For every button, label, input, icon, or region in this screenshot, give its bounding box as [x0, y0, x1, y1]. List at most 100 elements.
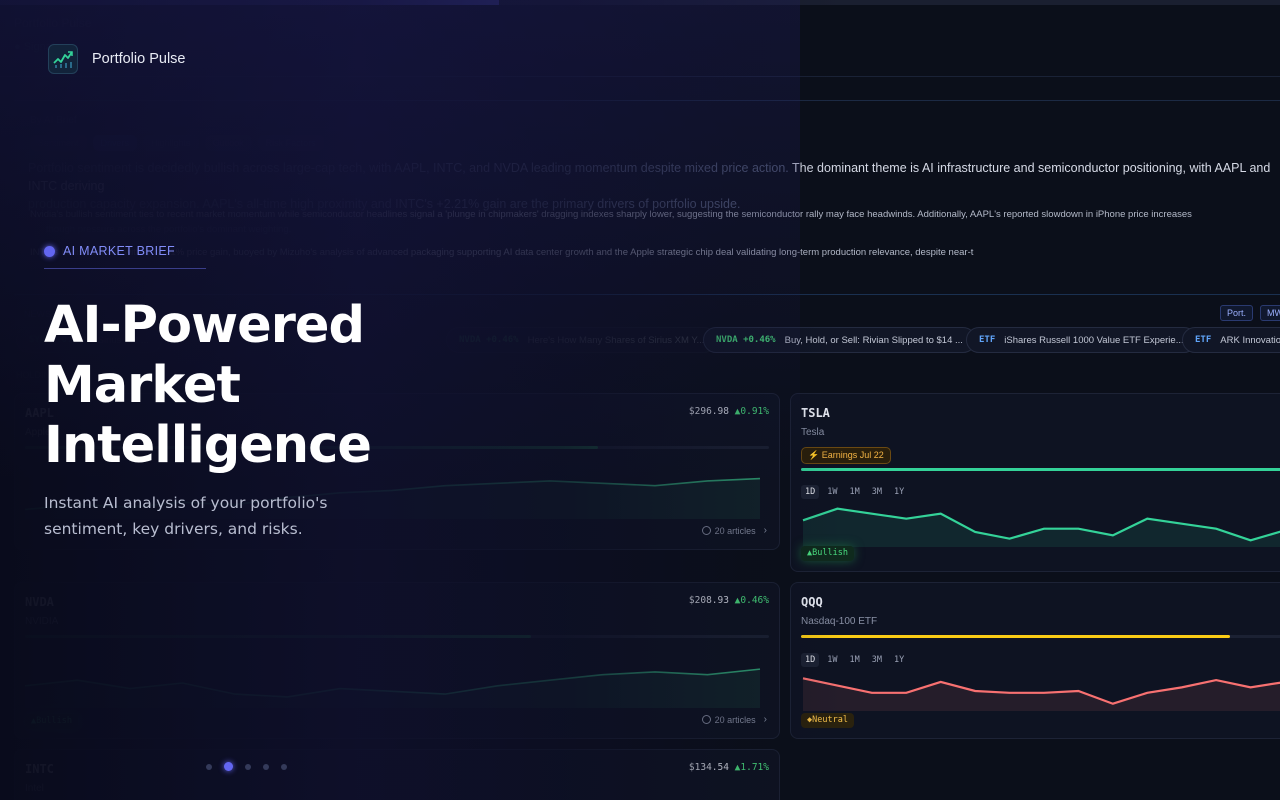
hero-headline: AI-Powered Market Intelligence — [44, 296, 484, 476]
news-chip[interactable]: ETF ARK Innovation E — [1182, 327, 1280, 353]
pager-dot[interactable] — [281, 763, 287, 770]
pager-dot[interactable] — [245, 763, 251, 770]
range-option[interactable]: 1Y — [890, 653, 908, 667]
eyebrow-text: AI MARKET BRIEF — [63, 244, 175, 258]
sentiment-bar-fill — [801, 635, 1231, 638]
sentiment-bar — [801, 635, 1280, 638]
headline-line: Intelligence — [44, 416, 372, 475]
news-chip-headline: Here's How Many Shares of Sirius XM Y... — [527, 334, 705, 346]
news-chip[interactable]: NVDA +0.46% Buy, Hold, or Sell: Rivian Sl… — [703, 327, 976, 353]
range-option[interactable]: 1D — [801, 653, 820, 667]
holding-price-value: $296.98 — [688, 406, 735, 417]
news-chip-ticker: ETF — [979, 335, 996, 345]
range-option[interactable]: 1W — [823, 485, 841, 499]
brief-label: By AI Brief — [30, 115, 77, 126]
brief-tabs: Sentiment Drivers Highlights Outlook Ris… — [30, 135, 324, 151]
holding-price-value: $208.93 — [688, 595, 735, 606]
brief-tab[interactable]: Drivers — [92, 135, 138, 151]
bg-app-title: Portfolio Pulse — [14, 16, 92, 30]
brief-summary: Portfolio sentiment is decidedly bullish… — [28, 159, 1280, 213]
articles-link[interactable]: 20 articles › — [701, 714, 767, 725]
pager-dot[interactable] — [224, 762, 233, 771]
holding-symbol: QQQ — [801, 595, 823, 609]
news-chip-headline: Buy, Hold, or Sell: Rivian Slipped to $1… — [784, 334, 963, 346]
hero-eyebrow: AI MARKET BRIEF — [44, 244, 175, 258]
ai-brief-panel: By AI Brief Sentiment Drivers Highlights… — [14, 100, 1280, 295]
pulse-chart-icon — [48, 44, 78, 74]
price-sparkline — [802, 677, 1280, 711]
pager-dot[interactable] — [263, 763, 269, 770]
range-option[interactable]: 1D — [801, 485, 820, 499]
sentiment-badge: ◆Neutral — [801, 713, 854, 728]
articles-link[interactable]: 20 articles › — [701, 525, 767, 536]
range-selector: 1D 1W 1M 3M 1Y — [801, 485, 908, 499]
brief-tab[interactable]: Highlights — [143, 135, 199, 151]
brief-bullet: Nvidia's bullish sentiment ties to recen… — [30, 209, 1192, 220]
chevron-right-icon: › — [763, 714, 767, 725]
pager-dot[interactable] — [206, 763, 212, 770]
hero-subheading: Instant AI analysis of your portfolio's … — [44, 494, 328, 538]
range-option[interactable]: 3M — [868, 485, 886, 499]
brief-summary-dim: Portfolio sentiment is decidedly bullish… — [28, 161, 789, 175]
carousel-pager — [206, 762, 287, 771]
news-chip-ticker: ETF — [1195, 335, 1212, 345]
range-selector: 1D 1W 1M 3M 1Y — [801, 653, 908, 667]
price-sparkline — [802, 507, 1280, 547]
holding-card-nvda[interactable]: NVDA NVIDIA $208.93 ▲0.46% ▲Bullish 20 artic… — [14, 582, 780, 739]
range-option[interactable]: 1M — [846, 653, 864, 667]
clock-icon — [701, 526, 711, 535]
holding-price-change: ▲0.91% — [734, 406, 769, 417]
articles-count: 20 articles — [714, 525, 756, 536]
brief-tab[interactable]: Risk Factors — [257, 135, 324, 151]
holding-card-tsla[interactable]: TSLA Tesla ⚡ Earnings Jul 22 1D 1W 1M 3M 1Y ▲Bul… — [790, 393, 1280, 572]
news-chip[interactable]: ETF iShares Russell 1000 Value ETF Experi… — [966, 327, 1197, 353]
brief-tab[interactable]: Sentiment — [30, 135, 87, 151]
earnings-badge: ⚡ Earnings Jul 22 — [801, 447, 891, 464]
holding-price: $208.93 ▲0.46% — [689, 595, 769, 606]
range-option[interactable]: 3M — [868, 653, 886, 667]
brief-bullet-cont: though pressure across the portfolio's d… — [46, 224, 292, 235]
eyebrow-dot-icon — [44, 245, 55, 257]
chevron-right-icon: › — [763, 525, 767, 536]
range-option[interactable]: 1Y — [890, 485, 908, 499]
sentiment-bar-fill — [25, 635, 531, 638]
holding-card-qqq[interactable]: QQQ Nasdaq-100 ETF 1D 1W 1M 3M 1Y ◆Neutral — [790, 582, 1280, 739]
header-divider — [0, 76, 1280, 77]
loading-progress-fill — [0, 0, 500, 5]
tab-portfolio[interactable]: Port. — [1220, 305, 1254, 321]
sparkline-area — [803, 678, 1280, 711]
sentiment-badge: ▲Bullish — [25, 714, 78, 729]
news-chip-ticker: NVDA +0.46% — [716, 335, 776, 345]
holding-price-change: ▲1.71% — [734, 762, 769, 773]
holding-name: Intel — [25, 783, 44, 794]
holding-symbol: NVDA — [25, 595, 54, 609]
holding-price-change: ▲0.46% — [734, 595, 769, 606]
tab-marketwatch[interactable]: MW — [1260, 305, 1280, 321]
holding-symbol: INTC — [25, 762, 54, 776]
sentiment-bar — [801, 468, 1280, 471]
loading-progress-bar — [0, 0, 1280, 5]
holding-name: Nasdaq-100 ETF — [801, 616, 878, 627]
eyebrow-underline — [44, 268, 206, 269]
news-chip-headline: ARK Innovation E — [1220, 334, 1280, 346]
holding-price-value: $134.54 — [688, 762, 735, 773]
holding-name: Tesla — [801, 427, 825, 438]
news-chip[interactable]: NVDA +0.46% Here's How Many Shares of Sir… — [446, 327, 718, 353]
brief-bullet: INTC's bullish outlook with a +2.21% pri… — [30, 247, 974, 258]
price-sparkline — [24, 668, 761, 708]
sentiment-bar-fill — [801, 468, 1280, 471]
range-option[interactable]: 1M — [846, 485, 864, 499]
brand-name: Portfolio Pulse — [92, 51, 186, 67]
holding-price: $296.98 ▲0.91% — [689, 406, 769, 417]
sentiment-bar — [25, 635, 769, 638]
holding-symbol: TSLA — [801, 406, 830, 420]
articles-count: 20 articles — [714, 714, 756, 725]
range-option[interactable]: 1W — [823, 653, 841, 667]
brief-tab[interactable]: Outlook — [204, 135, 252, 151]
clock-icon — [701, 715, 711, 724]
holding-card-intc[interactable]: INTC Intel $134.54 ▲1.71% — [14, 749, 780, 800]
holding-price: $134.54 ▲1.71% — [689, 762, 769, 773]
headline-line: Market — [44, 356, 241, 415]
brand: Portfolio Pulse — [48, 44, 186, 74]
holding-name: NVIDIA — [25, 616, 59, 627]
